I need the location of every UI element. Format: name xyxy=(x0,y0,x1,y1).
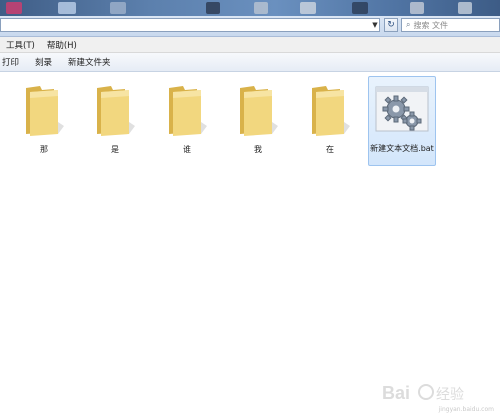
window-top-strip xyxy=(0,0,500,16)
svg-text:Bai: Bai xyxy=(382,383,410,403)
blurred-app-icon xyxy=(300,2,316,14)
folder-item[interactable]: 那 xyxy=(14,78,74,166)
file-name-label: 是 xyxy=(111,145,119,154)
batch-file-item[interactable]: 新建文本文档.bat xyxy=(368,76,436,166)
file-name-label: 新建文本文档.bat xyxy=(370,144,434,153)
file-name-label: 我 xyxy=(254,145,262,154)
folder-icon xyxy=(97,86,135,136)
blurred-app-icon xyxy=(254,2,268,14)
blurred-app-icon xyxy=(110,2,126,14)
folder-item[interactable]: 在 xyxy=(300,78,360,166)
folder-icon xyxy=(169,86,207,136)
blurred-app-icon xyxy=(458,2,472,14)
chevron-down-icon: ▼ xyxy=(372,21,378,29)
new-folder-button[interactable]: 新建文件夹 xyxy=(60,56,119,68)
baidu-watermark: Bai 经验 jingyan.baidu.com xyxy=(382,379,494,413)
menu-help[interactable]: 帮助(H) xyxy=(41,39,83,51)
file-name-label: 谁 xyxy=(183,145,191,154)
refresh-button[interactable]: ↻ xyxy=(384,18,398,32)
svg-text:经验: 经验 xyxy=(436,387,464,403)
command-toolbar: 打印 刻录 新建文件夹 xyxy=(0,53,500,72)
folder-icon xyxy=(26,86,64,136)
address-dropdown-button[interactable]: ▼ xyxy=(370,18,380,32)
file-name-label: 那 xyxy=(40,145,48,154)
print-button[interactable]: 打印 xyxy=(0,56,27,68)
blurred-app-icon xyxy=(206,2,220,14)
baidu-logo-icon: Bai 经验 xyxy=(382,383,464,403)
search-icon: ⌕ xyxy=(406,20,411,29)
gear-icon xyxy=(375,86,429,132)
watermark-text: jingyan.baidu.com xyxy=(438,406,494,413)
search-input[interactable]: ⌕ 搜索 文件 xyxy=(401,18,500,32)
folder-icon xyxy=(240,86,278,136)
file-list-pane: 那 是 谁 我 在 新建文本文档.bat xyxy=(0,72,500,417)
file-name-label: 在 xyxy=(326,145,334,154)
folder-item[interactable]: 我 xyxy=(228,78,288,166)
burn-button[interactable]: 刻录 xyxy=(27,56,60,68)
menu-tools[interactable]: 工具(T) xyxy=(0,39,41,51)
search-placeholder: 搜索 文件 xyxy=(413,20,449,30)
blurred-app-icon xyxy=(410,2,424,14)
menu-bar: 工具(T) 帮助(H) xyxy=(0,37,500,53)
blurred-app-icon xyxy=(352,2,368,14)
folder-item[interactable]: 谁 xyxy=(157,78,217,166)
blurred-app-icon xyxy=(6,2,22,14)
folder-item[interactable]: 是 xyxy=(85,78,145,166)
address-row: ▼ ↻ ⌕ 搜索 文件 xyxy=(0,16,500,37)
refresh-icon: ↻ xyxy=(387,20,395,30)
address-bar[interactable] xyxy=(0,18,380,32)
folder-icon xyxy=(312,86,350,136)
blurred-app-icon xyxy=(58,2,76,14)
